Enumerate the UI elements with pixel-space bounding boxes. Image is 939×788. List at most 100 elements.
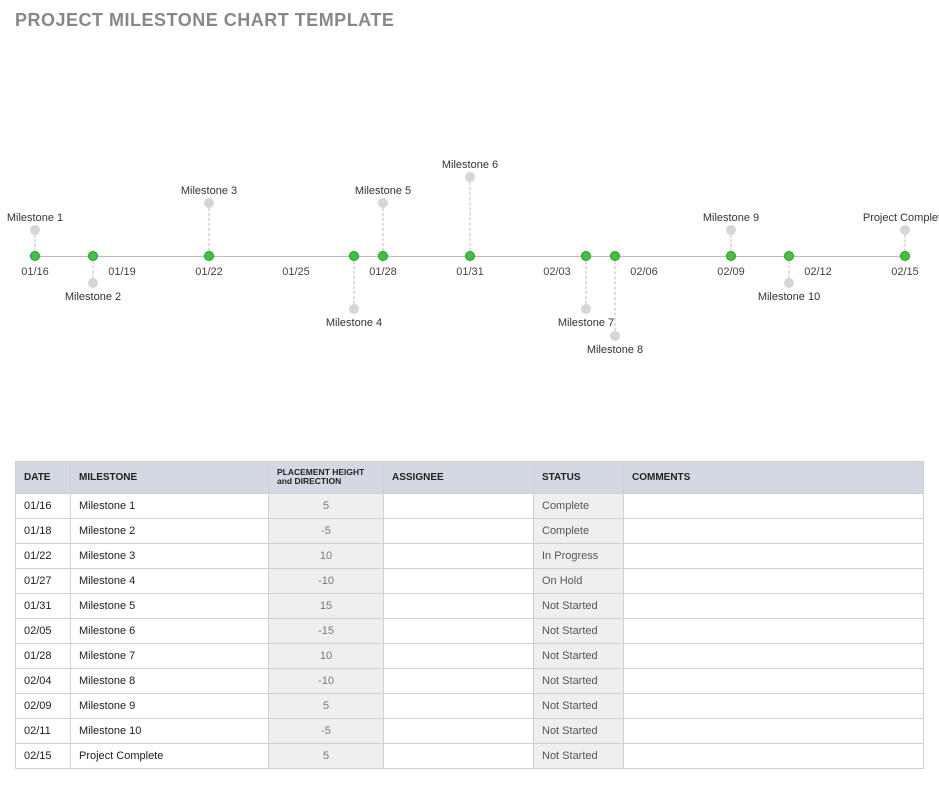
chart-tick: 02/15 — [891, 266, 919, 278]
cell-height: 5 — [269, 493, 384, 518]
cell-status: In Progress — [534, 543, 624, 568]
cell-comments — [624, 693, 924, 718]
cell-date: 01/28 — [16, 643, 71, 668]
cell-status: Complete — [534, 518, 624, 543]
chart-tick: 01/16 — [21, 266, 49, 278]
cell-date: 01/27 — [16, 568, 71, 593]
milestone-axis-dot — [378, 251, 388, 261]
cell-date: 02/04 — [16, 668, 71, 693]
milestone-axis-dot — [726, 251, 736, 261]
table-header-status: STATUS — [534, 462, 624, 494]
cell-comments — [624, 743, 924, 768]
chart-tick: 01/25 — [282, 266, 310, 278]
milestone-stem — [209, 203, 210, 256]
cell-date: 02/15 — [16, 743, 71, 768]
table-row: 01/27Milestone 4-10On Hold — [16, 568, 924, 593]
milestone-end-dot — [465, 172, 475, 182]
cell-date: 02/05 — [16, 618, 71, 643]
cell-milestone: Milestone 7 — [71, 643, 269, 668]
cell-assignee — [384, 568, 534, 593]
chart-tick: 02/03 — [543, 266, 571, 278]
table-row: 01/16Milestone 15Complete — [16, 493, 924, 518]
milestone-stem — [586, 256, 587, 309]
cell-date: 02/09 — [16, 693, 71, 718]
cell-comments — [624, 593, 924, 618]
cell-milestone: Milestone 10 — [71, 718, 269, 743]
cell-height: 5 — [269, 743, 384, 768]
milestone-label: Milestone 2 — [65, 291, 121, 303]
milestone-end-dot — [349, 304, 359, 314]
chart-tick: 01/19 — [108, 266, 136, 278]
table-row: 01/31Milestone 515Not Started — [16, 593, 924, 618]
table-header-row: DATE MILESTONE PLACEMENT HEIGHT and DIRE… — [16, 462, 924, 494]
table-header-comments: COMMENTS — [624, 462, 924, 494]
milestone-label: Milestone 1 — [7, 212, 63, 224]
cell-date: 01/31 — [16, 593, 71, 618]
cell-milestone: Milestone 6 — [71, 618, 269, 643]
cell-status: Not Started — [534, 593, 624, 618]
table-header-height: PLACEMENT HEIGHT and DIRECTION — [269, 462, 384, 494]
cell-assignee — [384, 693, 534, 718]
cell-status: Not Started — [534, 743, 624, 768]
cell-assignee — [384, 543, 534, 568]
cell-milestone: Milestone 2 — [71, 518, 269, 543]
cell-status: Not Started — [534, 643, 624, 668]
chart-tick: 02/12 — [804, 266, 832, 278]
cell-assignee — [384, 668, 534, 693]
milestone-axis-dot — [784, 251, 794, 261]
milestone-stem — [354, 256, 355, 309]
chart-tick: 01/22 — [195, 266, 223, 278]
cell-height: -10 — [269, 668, 384, 693]
cell-assignee — [384, 493, 534, 518]
milestone-label: Milestone 10 — [758, 291, 820, 303]
milestone-label: Milestone 8 — [587, 344, 643, 356]
cell-assignee — [384, 643, 534, 668]
cell-milestone: Milestone 3 — [71, 543, 269, 568]
cell-milestone: Milestone 5 — [71, 593, 269, 618]
cell-status: On Hold — [534, 568, 624, 593]
chart-tick: 02/06 — [630, 266, 658, 278]
milestone-end-dot — [30, 225, 40, 235]
milestone-axis-dot — [349, 251, 359, 261]
cell-date: 01/18 — [16, 518, 71, 543]
cell-status: Not Started — [534, 618, 624, 643]
milestone-end-dot — [610, 331, 620, 341]
chart-tick: 01/31 — [456, 266, 484, 278]
milestone-axis-dot — [900, 251, 910, 261]
cell-comments — [624, 718, 924, 743]
cell-status: Not Started — [534, 718, 624, 743]
table-row: 01/22Milestone 310In Progress — [16, 543, 924, 568]
cell-height: -10 — [269, 568, 384, 593]
cell-assignee — [384, 593, 534, 618]
cell-status: Not Started — [534, 693, 624, 718]
milestone-end-dot — [88, 278, 98, 288]
milestone-axis-dot — [465, 251, 475, 261]
table-header-assignee: ASSIGNEE — [384, 462, 534, 494]
table-row: 01/28Milestone 710Not Started — [16, 643, 924, 668]
cell-comments — [624, 518, 924, 543]
cell-milestone: Milestone 8 — [71, 668, 269, 693]
cell-comments — [624, 643, 924, 668]
milestone-end-dot — [726, 225, 736, 235]
milestone-end-dot — [581, 304, 591, 314]
cell-date: 01/22 — [16, 543, 71, 568]
cell-status: Complete — [534, 493, 624, 518]
cell-height: 5 — [269, 693, 384, 718]
table-row: 01/18Milestone 2-5Complete — [16, 518, 924, 543]
cell-height: -15 — [269, 618, 384, 643]
cell-height: -5 — [269, 718, 384, 743]
table-row: 02/05Milestone 6-15 Not Started — [16, 618, 924, 643]
cell-comments — [624, 568, 924, 593]
table-header-milestone: MILESTONE — [71, 462, 269, 494]
table-header-date: DATE — [16, 462, 71, 494]
cell-date: 02/11 — [16, 718, 71, 743]
cell-assignee — [384, 618, 534, 643]
milestone-axis-dot — [610, 251, 620, 261]
milestone-label: Milestone 5 — [355, 185, 411, 197]
milestone-label: Milestone 7 — [558, 317, 614, 329]
cell-comments — [624, 543, 924, 568]
milestone-label: Milestone 9 — [703, 212, 759, 224]
table-row: 02/04Milestone 8-10Not Started — [16, 668, 924, 693]
table-row: 02/15Project Complete5Not Started — [16, 743, 924, 768]
table-row: 02/09Milestone 95Not Started — [16, 693, 924, 718]
